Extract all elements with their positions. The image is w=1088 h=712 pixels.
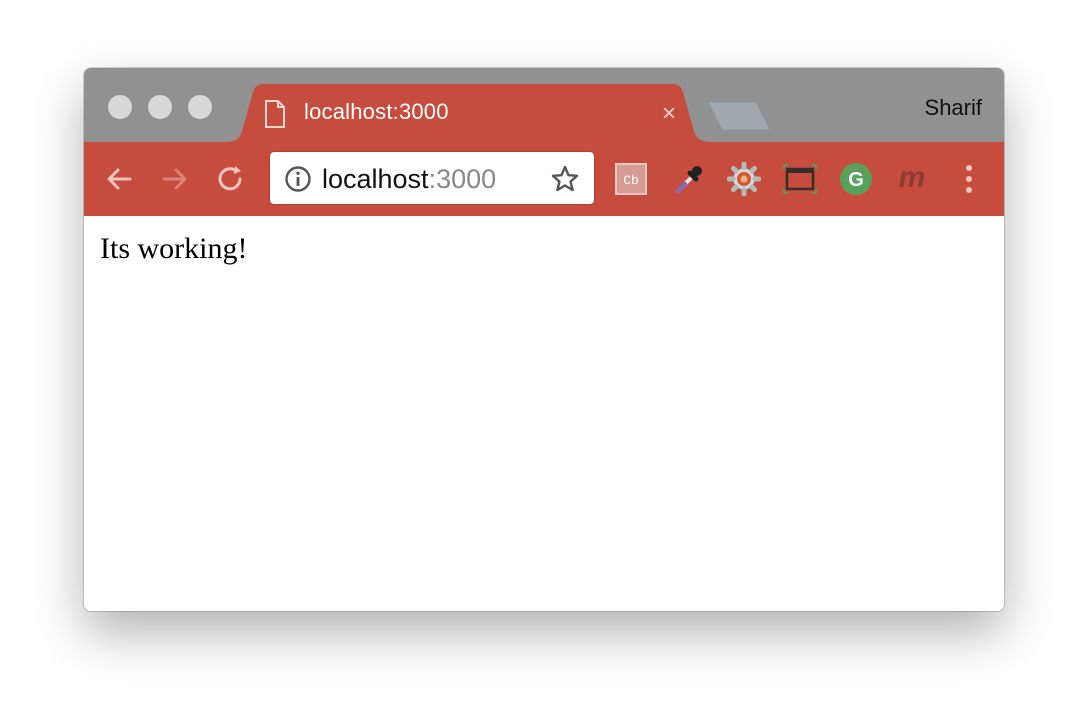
tab-localhost[interactable]: localhost:3000 ×: [224, 84, 714, 142]
profile-name[interactable]: Sharif: [925, 95, 982, 121]
cb-extension-label: Cb: [623, 173, 639, 188]
m-extension-label: m: [899, 162, 926, 194]
back-arrow-icon[interactable]: [104, 164, 134, 194]
page-body-text: Its working!: [100, 232, 248, 265]
grammarly-extension-icon[interactable]: G: [839, 162, 873, 196]
m-extension-icon[interactable]: m: [895, 162, 929, 196]
page-content: Its working!: [84, 216, 1004, 611]
tab-shape: [224, 84, 714, 142]
window-minimize-button[interactable]: [148, 95, 172, 119]
new-tab-button[interactable]: [704, 100, 772, 132]
tab-close-button[interactable]: ×: [657, 102, 681, 126]
file-icon: [264, 100, 286, 133]
bookmark-star-icon[interactable]: [550, 164, 580, 194]
toolbar: localhost:3000 Cb G m: [84, 142, 1004, 216]
address-bar[interactable]: localhost:3000: [270, 152, 594, 204]
grammarly-extension-label: G: [848, 169, 864, 191]
url-port: :3000: [428, 164, 497, 194]
tab-title: localhost:3000: [304, 99, 449, 124]
gear-extension-icon[interactable]: [727, 162, 761, 196]
forward-arrow-icon[interactable]: [160, 164, 190, 194]
reload-icon[interactable]: [216, 164, 246, 194]
window-resize-extension-icon[interactable]: [783, 162, 817, 196]
browser-window: localhost:3000 × Sharif localhost:3000 C…: [84, 68, 1004, 611]
title-bar: localhost:3000 × Sharif: [84, 68, 1004, 142]
menu-kebab-icon[interactable]: [954, 162, 984, 196]
window-maximize-button[interactable]: [188, 95, 212, 119]
info-icon[interactable]: [284, 165, 312, 193]
window-close-button[interactable]: [108, 95, 132, 119]
eyedropper-extension-icon[interactable]: [672, 162, 706, 196]
cb-extension-icon[interactable]: Cb: [614, 162, 648, 196]
url-host: localhost: [322, 164, 429, 194]
url-text[interactable]: localhost:3000: [322, 164, 496, 195]
